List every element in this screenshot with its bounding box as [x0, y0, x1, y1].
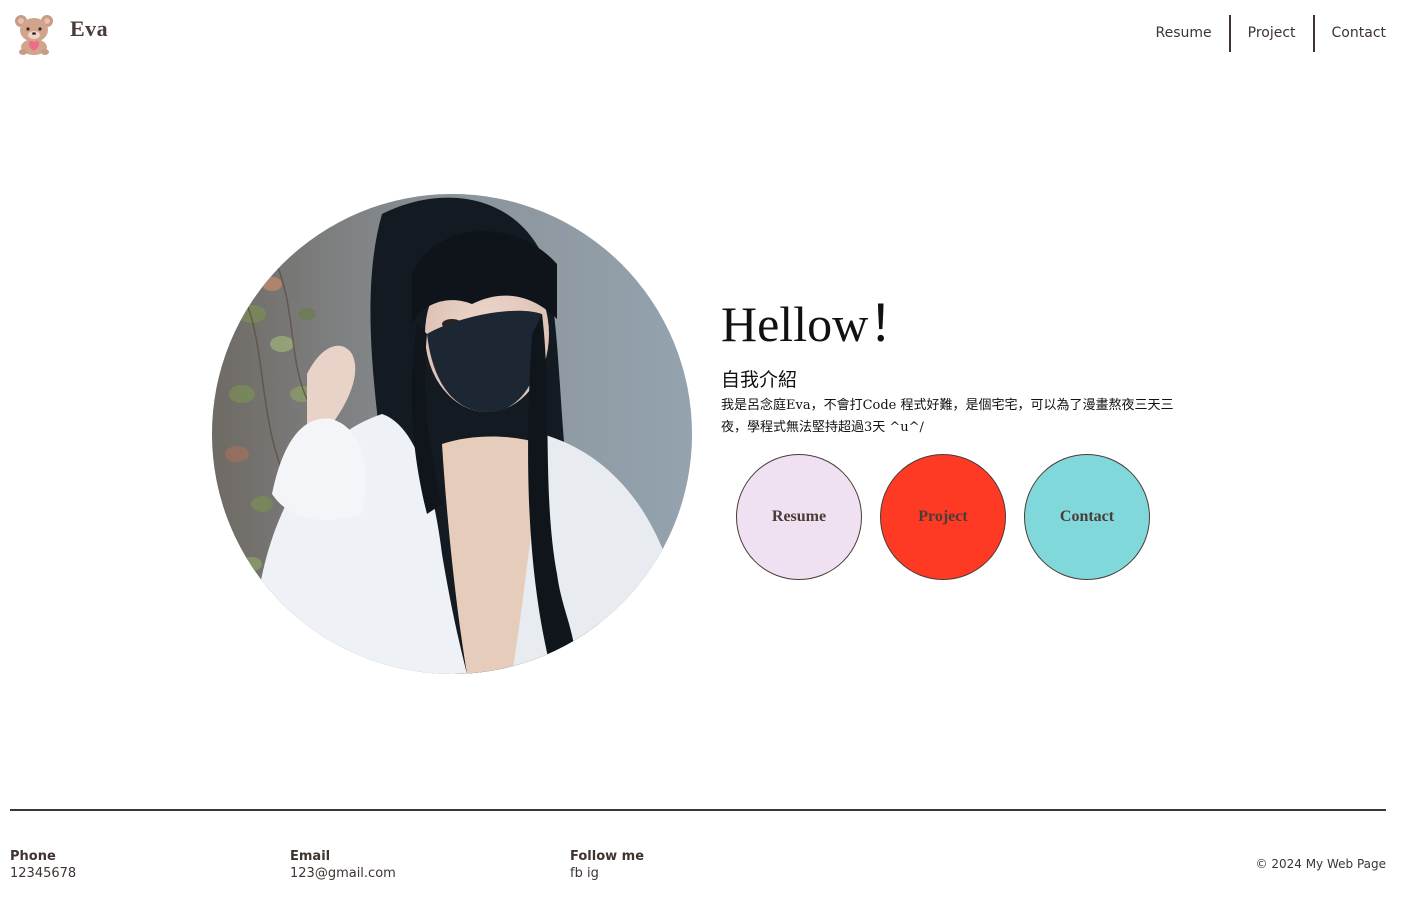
social-links[interactable]: fb ig [570, 865, 644, 882]
contact-button[interactable]: Contact [1024, 454, 1150, 580]
nav-project-link[interactable]: Project [1231, 15, 1313, 52]
intro-title: 自我介紹 [721, 369, 798, 391]
phone-value: 12345678 [10, 866, 77, 881]
footer-email: Email 123@gmail.com [290, 848, 396, 882]
nav-contact-link[interactable]: Contact [1315, 15, 1386, 52]
phone-label: Phone [10, 849, 56, 864]
site-header: Eva Resume Project Contact [0, 0, 1423, 68]
resume-button[interactable]: Resume [736, 454, 862, 580]
greeting-heading: Hellow！ [721, 296, 919, 352]
footer-follow: Follow me fb ig [570, 848, 644, 882]
top-nav: Resume Project Contact [1138, 15, 1386, 52]
copyright-text: © 2024 My Web Page [1255, 857, 1386, 871]
project-button[interactable]: Project [880, 454, 1006, 580]
profile-photo [212, 194, 692, 674]
follow-label: Follow me [570, 849, 645, 864]
nav-resume-link[interactable]: Resume [1138, 15, 1228, 52]
footer-phone: Phone 12345678 [10, 848, 76, 882]
footer-divider [10, 809, 1386, 811]
email-label: Email [290, 849, 331, 864]
intro-text: 我是呂念庭Eva，不會打Code 程式好難，是個宅宅，可以為了漫畫熬夜三天三夜，… [721, 398, 1174, 435]
brand-name[interactable]: Eva [70, 16, 108, 42]
teddy-bear-icon[interactable] [13, 11, 55, 55]
email-value[interactable]: 123@gmail.com [290, 865, 396, 882]
